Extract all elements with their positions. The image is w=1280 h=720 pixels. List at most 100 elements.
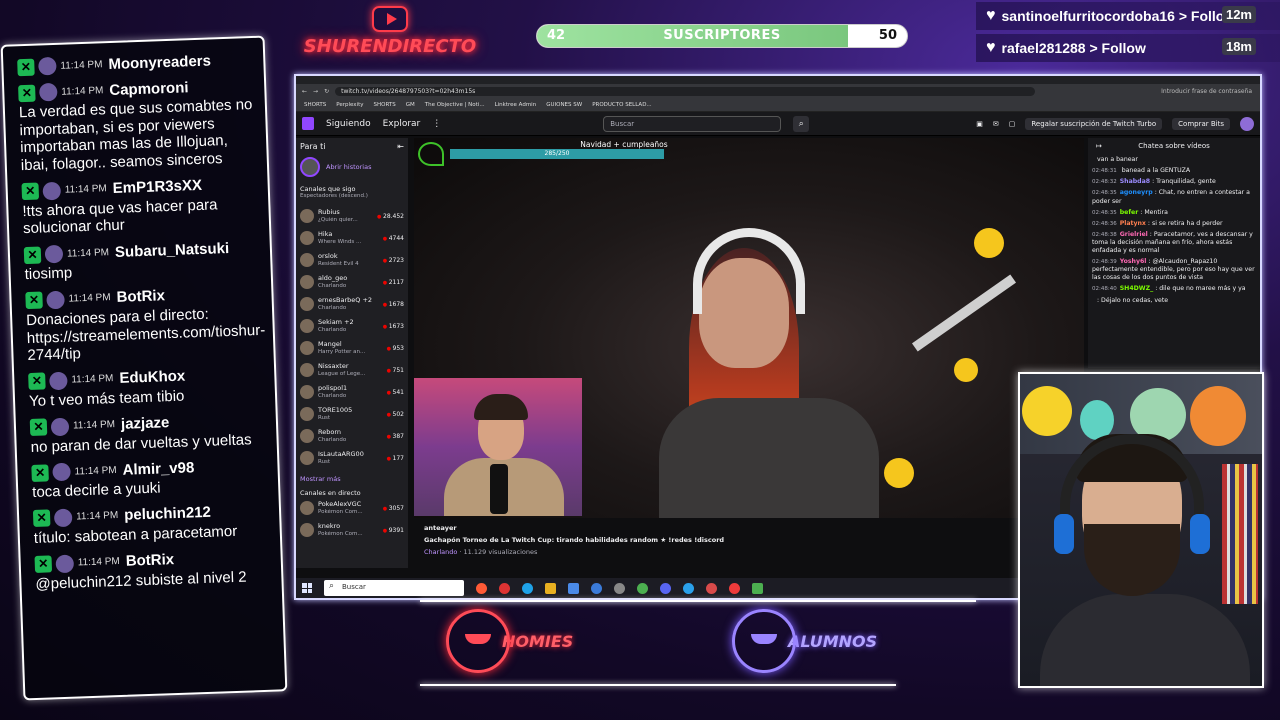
twitch-chat-message: 02:48:39 Yoshy6l: @Alcaudon_Rapaz10 perfe… [1092,258,1256,282]
pokeball-icon[interactable] [729,582,740,594]
channel-avatar [300,501,314,515]
collapse-sidebar-icon[interactable]: ⇤ [397,142,404,151]
app-icon[interactable] [752,582,763,594]
crown-icon[interactable]: ▣ [976,120,983,128]
sidebar-channel[interactable]: MangelHarry Potter an... 953 [300,337,404,359]
store-icon[interactable] [568,582,579,594]
inbox-icon[interactable]: ✉ [993,120,999,128]
stream-chat-user: EduKhox [119,367,186,388]
taskbar-search[interactable]: Buscar [324,580,464,596]
stream-chat-message: ✕ 11:14 PM Almir_v98 toca decirle a yuuki [31,456,270,502]
channel-game: League of Lege... [318,370,366,377]
sidebar-channel[interactable]: PokeAlexVGCPokémon Com... 3057 [300,497,404,519]
channel-viewers: 502 [387,411,404,418]
team-homies-logo: HOMIES [446,604,573,678]
opera-icon[interactable] [499,582,510,594]
twitch-chat-time: 02:48:31 [1092,168,1117,175]
user-avatar[interactable] [1240,116,1254,131]
channel-game: Resident Evil 4 [318,260,359,267]
sidebar-channel[interactable]: polispol1Charlando 541 [300,381,404,403]
avatar [38,56,57,76]
bookmark-item[interactable]: SHORTS [304,102,326,108]
twitch-chat-user[interactable]: SH4DWZ_ [1120,285,1153,292]
sidebar-channel[interactable]: Sekiam +2Charlando 1673 [300,315,404,337]
channel-viewers: 3057 [383,505,404,512]
avatar [39,82,58,102]
sort-label[interactable]: Espectadores (descend.) [300,193,404,199]
sidebar-channel[interactable]: RebornCharlando 387 [300,425,404,447]
sidebar-channel[interactable]: aldo_geoCharlando 2117 [300,271,404,293]
password-prompt[interactable]: Introducir frase de contraseña [1161,88,1252,95]
bookmark-item[interactable]: GUIONES SW [546,102,582,108]
twitch-chat-user[interactable]: Yoshy6l [1120,258,1147,265]
gift-turbo-button[interactable]: Regalar suscripción de Twitch Turbo [1025,117,1163,130]
bookmark-item[interactable]: PRODUCTO SELLAD... [592,102,651,108]
folder-icon[interactable] [545,582,556,594]
edge-icon[interactable] [522,582,533,594]
twitch-chat-user[interactable]: agoneyrp [1120,189,1153,196]
twitch-search-input[interactable]: Buscar [603,115,782,132]
stream-chat-user: Capmoroni [109,78,189,99]
open-stories-label: Abrir historias [326,163,372,171]
bookmark-item[interactable]: Linktree Admin [495,102,537,108]
obs-icon[interactable] [614,582,625,594]
twitch-chat-user[interactable]: Grielriel [1120,231,1148,238]
stream-chat-message: ✕ 11:14 PM BotRix Donaciones para el direct… [25,284,265,365]
whispers-icon[interactable]: ▢ [1009,120,1016,128]
nav-following[interactable]: Siguiendo [326,119,371,129]
hooded-figure-icon [446,609,510,673]
windows-start-icon[interactable] [302,583,312,593]
brave-icon[interactable] [476,582,487,594]
bookmark-item[interactable]: SHORTS [374,102,396,108]
sidebar-channel[interactable]: TORE1005Rust 502 [300,403,404,425]
browser-icon[interactable] [683,582,694,594]
bookmark-item[interactable]: GM [406,102,415,108]
collapse-chat-icon[interactable]: ↦ [1096,142,1102,150]
video-category-link[interactable]: Charlando [424,548,457,556]
sidebar-channel[interactable]: NissaxterLeague of Lege... 751 [300,359,404,381]
bookmark-item[interactable]: Perplexity [336,102,363,108]
sidebar-channel[interactable]: HikaWhere Winds ... 4744 [300,227,404,249]
twitch-chat-message: van a banear [1092,156,1256,164]
twitch-logo-icon[interactable] [302,117,314,130]
video-player[interactable]: Navidad + cumpleaños 285/250 [414,138,1084,518]
sidebar-channel[interactable]: ernesBarbeQ +2Charlando 1678 [300,293,404,315]
channel-viewers: 2117 [383,279,404,286]
stream-chat-message: ✕ 11:14 PM jazjaze no paran de dar vueltas … [29,410,269,456]
live-channels-title: Canales en directo [300,489,361,497]
twitch-chat-time: 02:48:35 [1092,209,1117,216]
nav-browse[interactable]: Explorar [383,119,421,129]
reload-icon[interactable]: ↻ [324,88,329,95]
back-icon[interactable]: ← [302,88,307,95]
twitch-chat-user[interactable]: befer [1120,209,1139,216]
channel-name: IsLautaARG00 [318,450,364,459]
discord-icon[interactable] [660,582,671,594]
twitch-chat-user[interactable]: Shabda8 [1120,178,1150,185]
stream-chat-time: 11:14 PM [72,419,116,432]
more-menu-icon[interactable]: ⋮ [432,119,441,129]
bookmark-item[interactable]: The Objective | Noti... [425,102,485,108]
open-stories[interactable]: Abrir historias [300,157,404,177]
stream-chat-user: Almir_v98 [122,459,195,479]
forward-icon[interactable]: → [313,88,318,95]
sidebar-channel[interactable]: knekroPokémon Com... 9391 [300,519,404,541]
bookmarks-bar: SHORTS Perplexity SHORTS GM The Objective | … [296,98,1260,112]
sidebar-channel[interactable]: Rubius¿Quién quier... 28.452 [300,205,404,227]
address-bar[interactable]: twitch.tv/videos/2648797503?t=02h43m15s [335,86,1036,96]
show-more-link[interactable]: Mostrar más [300,475,404,483]
sidebar-channel[interactable]: orslokResident Evil 4 2723 [300,249,404,271]
app-icon[interactable] [706,582,717,594]
stream-chat-message: ✕ 11:14 PM Subaru_Natsuki tiosimp [23,238,263,284]
chrome-icon[interactable] [637,582,648,594]
avatar [52,462,71,482]
browser-tab-bar[interactable] [296,76,1260,84]
channel-game: ¿Quién quier... [318,216,358,223]
buy-bits-button[interactable]: Comprar Bits [1172,117,1230,130]
app-icon[interactable] [591,582,602,594]
sidebar-channel[interactable]: IsLautaARG00Rust 177 [300,447,404,469]
stream-chat-time: 11:14 PM [77,556,120,569]
twitch-chat-user[interactable]: Platynx [1120,220,1146,227]
video-date: anteayer [424,524,457,532]
channel-viewers: 953 [387,345,404,352]
search-icon[interactable]: ⌕ [793,115,810,132]
